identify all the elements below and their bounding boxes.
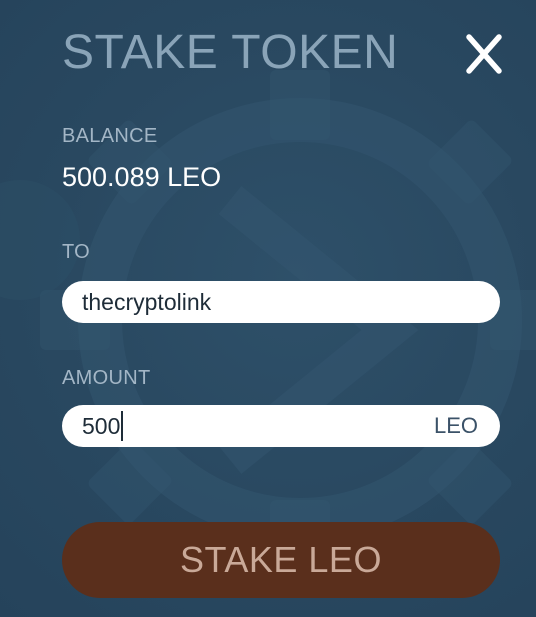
amount-input[interactable]: 500 LEO — [62, 405, 500, 447]
text-caret — [121, 411, 123, 441]
to-label: TO — [62, 241, 91, 263]
balance-label: BALANCE — [62, 125, 158, 147]
amount-label: AMOUNT — [62, 367, 151, 389]
close-icon — [466, 34, 502, 74]
stake-leo-button[interactable]: STAKE LEO — [62, 522, 500, 598]
balance-value: 500.089 LEO — [62, 162, 222, 192]
amount-input-value: 500 — [82, 413, 121, 439]
amount-unit: LEO — [433, 413, 478, 438]
to-input-value: thecryptolink — [82, 289, 212, 315]
stake-token-dialog: STAKE TOKEN BALANCE 500.089 LEO TO thecr… — [0, 0, 536, 617]
close-button[interactable] — [458, 28, 510, 80]
dialog-title: STAKE TOKEN — [62, 26, 399, 79]
stake-leo-button-label: STAKE LEO — [180, 539, 382, 580]
to-input[interactable]: thecryptolink — [62, 281, 500, 323]
amount-input-content: 500 — [82, 411, 434, 441]
